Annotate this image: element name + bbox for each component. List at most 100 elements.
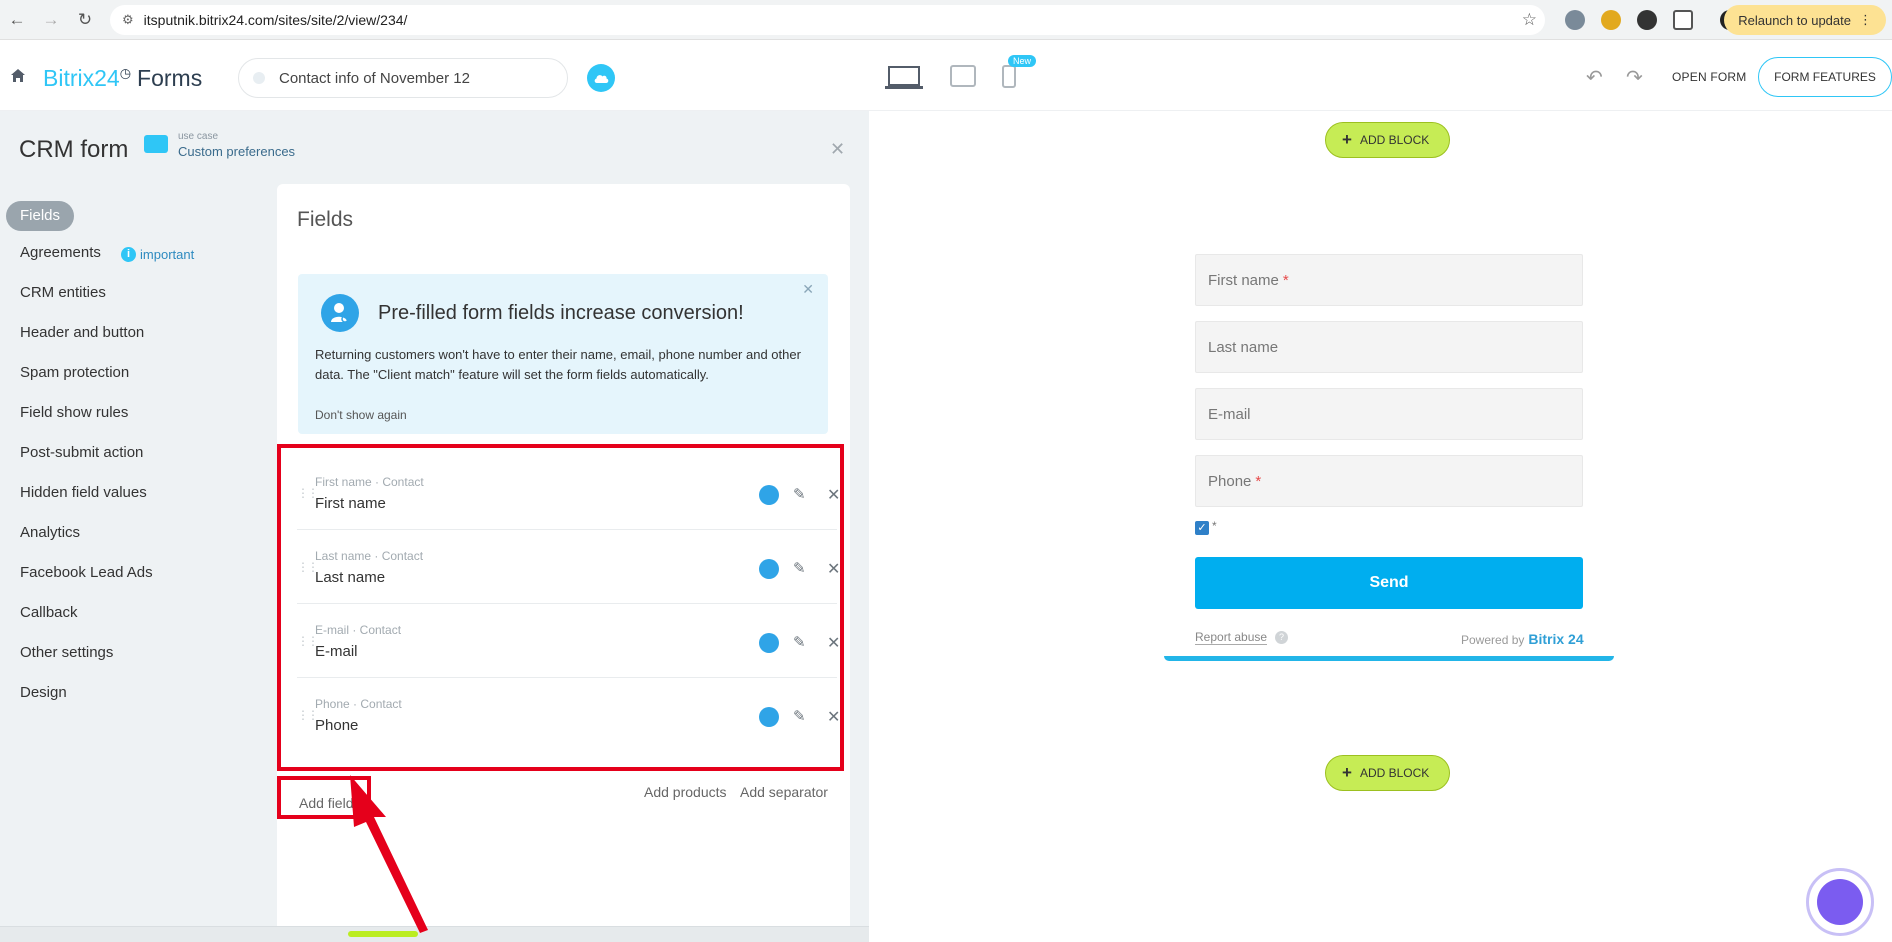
bookmark-star-icon[interactable]: ☆	[1522, 10, 1537, 30]
forward-icon[interactable]: →	[34, 0, 68, 40]
drag-handle-icon[interactable]: ⋮⋮	[297, 560, 319, 574]
client-match-icon[interactable]	[759, 485, 779, 505]
plus-icon: +	[1342, 130, 1352, 149]
menu-item-crm-entities[interactable]: CRM entities	[20, 282, 106, 304]
edit-icon[interactable]: ✎	[793, 707, 806, 725]
undo-icon[interactable]: ↶	[1586, 65, 1603, 90]
add-field-button[interactable]: Add field	[299, 795, 353, 811]
edit-icon[interactable]: ✎	[793, 633, 806, 651]
client-match-icon	[321, 294, 359, 332]
required-mark: *	[1212, 519, 1217, 533]
promo-title: Pre-filled form fields increase conversi…	[378, 302, 744, 324]
info-icon: i	[121, 247, 137, 262]
add-block-button[interactable]: + ADD BLOCK	[1325, 122, 1451, 158]
more-icon: ⋮	[1859, 12, 1872, 27]
drag-handle-icon[interactable]: ⋮⋮	[297, 486, 319, 500]
back-icon[interactable]: ←	[0, 0, 34, 40]
form-features-button[interactable]: FORM FEATURES	[1758, 57, 1892, 97]
form-bottom-border	[1164, 656, 1614, 661]
field-row-email[interactable]: ⋮⋮ E-mail · Contact E-mail ✎ ✕	[297, 604, 840, 678]
form-preview: + ADD BLOCK First name * Last name E-mail …	[869, 111, 1892, 942]
desktop-view-icon[interactable]	[885, 65, 923, 91]
menu-item-agreements[interactable]: Agreements i important	[20, 242, 194, 264]
field-source: E-mail · Contact	[315, 623, 402, 637]
close-icon[interactable]: ✕	[830, 139, 845, 160]
send-button[interactable]: Send	[1195, 557, 1583, 609]
first-name-input[interactable]: First name *	[1195, 254, 1583, 306]
extension-icon[interactable]	[1637, 10, 1657, 30]
app-header: Bitrix24◷ Forms Contact info of November …	[0, 41, 1892, 111]
important-badge[interactable]: i important	[121, 244, 194, 266]
add-block-button[interactable]: + ADD BLOCK	[1325, 755, 1451, 791]
agreement-checkbox[interactable]: ✓	[1195, 521, 1209, 535]
edit-icon[interactable]: ✎	[793, 559, 806, 577]
help-icon[interactable]: ?	[1275, 631, 1288, 644]
menu-item-facebook-lead-ads[interactable]: Facebook Lead Ads	[20, 562, 153, 584]
drag-handle-icon[interactable]: ⋮⋮	[297, 634, 319, 648]
input-placeholder: Phone	[1208, 472, 1252, 490]
add-block-label: ADD BLOCK	[1359, 133, 1430, 147]
menu-item-callback[interactable]: Callback	[20, 602, 78, 624]
field-row-first-name[interactable]: ⋮⋮ First name · Contact First name ✎ ✕	[297, 456, 840, 530]
logo-brand: Bitrix24	[43, 65, 120, 91]
delete-icon[interactable]: ✕	[827, 707, 840, 727]
tablet-view-icon[interactable]	[950, 65, 976, 89]
cloud-icon	[594, 75, 609, 83]
field-name: E-mail	[315, 643, 358, 660]
field-name: Last name	[315, 569, 386, 586]
extension-icon[interactable]	[1601, 10, 1621, 30]
extension-icon[interactable]	[1565, 10, 1585, 30]
menu-item-other-settings[interactable]: Other settings	[20, 642, 113, 664]
client-match-icon[interactable]	[759, 707, 779, 727]
menu-item-analytics[interactable]: Analytics	[20, 522, 80, 544]
form-name-field[interactable]: Contact info of November 12	[238, 58, 568, 98]
home-icon[interactable]	[10, 68, 26, 84]
close-icon[interactable]: ✕	[802, 281, 814, 298]
delete-icon[interactable]: ✕	[827, 559, 840, 579]
add-products-button[interactable]: Add products	[644, 784, 727, 800]
last-name-input[interactable]: Last name	[1195, 321, 1583, 373]
site-settings-icon[interactable]: ⚙	[122, 12, 134, 28]
save-bar[interactable]	[348, 931, 418, 937]
assistant-button[interactable]	[1806, 868, 1874, 936]
menu-item-fields[interactable]: Fields	[6, 201, 75, 231]
delete-icon[interactable]: ✕	[827, 633, 840, 653]
mobile-view-icon[interactable]	[1002, 65, 1016, 89]
form-name-text: Contact info of November 12	[279, 69, 470, 87]
address-bar[interactable]: ⚙ itsputnik.bitrix24.com/sites/site/2/vi…	[110, 5, 1545, 35]
field-row-last-name[interactable]: ⋮⋮ Last name · Contact Last name ✎ ✕	[297, 530, 840, 604]
url-text: itsputnik.bitrix24.com/sites/site/2/view…	[143, 12, 408, 28]
app-logo[interactable]: Bitrix24◷ Forms	[43, 65, 202, 92]
use-case-value[interactable]: Custom preferences	[178, 144, 295, 159]
powered-brand: Bitrix 24	[1528, 631, 1584, 647]
client-match-icon[interactable]	[759, 559, 779, 579]
menu-item-label: Agreements	[20, 244, 101, 261]
email-input[interactable]: E-mail	[1195, 388, 1583, 440]
add-separator-button[interactable]: Add separator	[740, 784, 828, 800]
powered-by[interactable]: Powered by Bitrix 24	[1461, 631, 1584, 647]
report-abuse-link[interactable]: Report abuse	[1195, 630, 1268, 645]
field-row-phone[interactable]: ⋮⋮ Phone · Contact Phone ✎ ✕	[297, 678, 840, 752]
cloud-save-button[interactable]	[587, 64, 615, 92]
menu-item-header-and-button[interactable]: Header and button	[20, 322, 144, 344]
redo-icon[interactable]: ↷	[1626, 65, 1643, 90]
menu-item-hidden-field-values[interactable]: Hidden field values	[20, 482, 147, 504]
phone-input[interactable]: Phone *	[1195, 455, 1583, 507]
drag-handle-icon[interactable]: ⋮⋮	[297, 708, 319, 722]
assistant-icon	[1817, 879, 1863, 925]
field-source: Phone · Contact	[315, 697, 402, 711]
open-form-button[interactable]: OPEN FORM	[1672, 70, 1746, 84]
menu-item-spam-protection[interactable]: Spam protection	[20, 362, 129, 384]
reload-icon[interactable]: ↻	[68, 0, 102, 40]
browser-toolbar: ← → ↻ ⚙ itsputnik.bitrix24.com/sites/sit…	[0, 0, 1892, 40]
dont-show-again-link[interactable]: Don't show again	[315, 408, 407, 422]
client-match-icon[interactable]	[759, 633, 779, 653]
menu-item-design[interactable]: Design	[20, 682, 67, 704]
delete-icon[interactable]: ✕	[827, 485, 840, 505]
client-match-promo: ✕ Pre-filled form fields increase conver…	[298, 274, 828, 434]
menu-item-field-show-rules[interactable]: Field show rules	[20, 402, 128, 424]
menu-item-post-submit-action[interactable]: Post-submit action	[20, 442, 143, 464]
edit-icon[interactable]: ✎	[793, 485, 806, 503]
puzzle-icon[interactable]	[1673, 10, 1693, 30]
relaunch-button[interactable]: Relaunch to update ⋮	[1724, 5, 1886, 35]
